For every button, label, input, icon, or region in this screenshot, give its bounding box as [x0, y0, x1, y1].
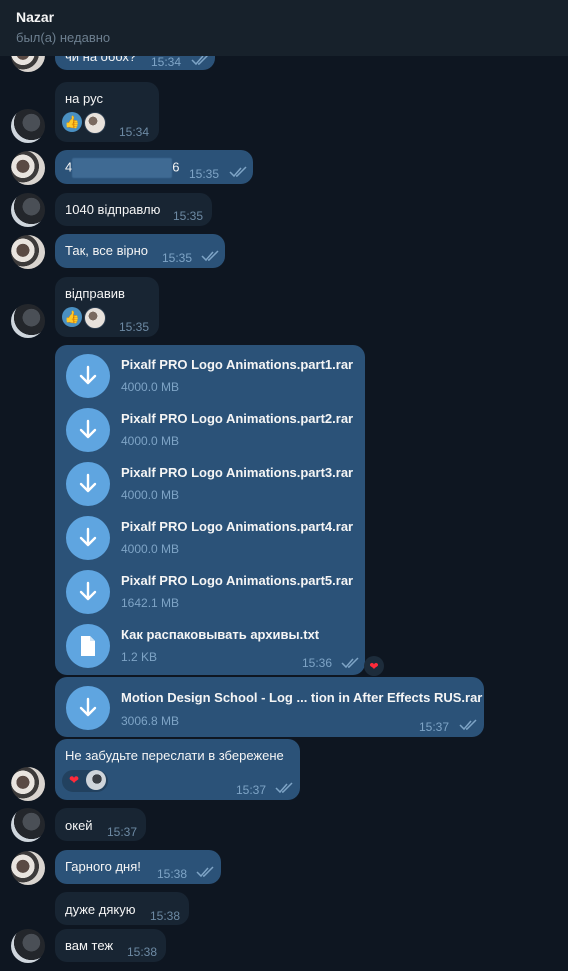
reactor-avatar — [86, 770, 106, 790]
message-time: 15:35 — [162, 251, 193, 265]
message-text: вам теж — [65, 938, 114, 953]
message-bubble[interactable]: Так, все вірно 15:35 — [55, 234, 225, 268]
file-album[interactable]: Pixalf PRO Logo Animations.part1.rar 400… — [55, 345, 365, 675]
avatar[interactable] — [11, 235, 45, 269]
document-icon[interactable] — [66, 624, 110, 668]
file-size: 1.2 KB — [121, 650, 158, 664]
read-ticks-icon — [201, 250, 219, 262]
avatar[interactable] — [11, 151, 45, 185]
message-time: 15:34 — [119, 125, 150, 139]
download-icon[interactable] — [66, 570, 110, 614]
message-text: окей — [65, 818, 93, 833]
reactor-avatar — [84, 112, 106, 134]
message-bubble[interactable]: 1040 відправлю 15:35 — [55, 193, 212, 226]
read-ticks-icon — [275, 782, 293, 794]
download-icon[interactable] — [66, 516, 110, 560]
avatar[interactable] — [11, 304, 45, 338]
file-name: Pixalf PRO Logo Animations.part1.rar — [121, 357, 354, 372]
heart-reaction-icon[interactable]: ❤ — [364, 656, 384, 676]
file-name: Pixalf PRO Logo Animations.part3.rar — [121, 465, 354, 480]
file-item[interactable]: Pixalf PRO Logo Animations.part1.rar 400… — [65, 354, 360, 400]
file-name: Motion Design School - Log ... tion in A… — [121, 690, 483, 705]
message-time: 15:35 — [173, 209, 204, 223]
avatar[interactable] — [11, 851, 45, 885]
avatar[interactable] — [11, 109, 45, 143]
reactions[interactable]: 👍 — [62, 307, 106, 329]
message-time: 15:38 — [150, 909, 181, 923]
message-text: Не забудьте переслати в збережене — [65, 748, 284, 763]
file-name: Pixalf PRO Logo Animations.part4.rar — [121, 519, 354, 534]
redacted-block — [72, 158, 173, 178]
message-time: 15:35 — [119, 320, 150, 334]
message-text: дуже дякую — [65, 902, 136, 917]
file-item[interactable]: Pixalf PRO Logo Animations.part5.rar 164… — [65, 570, 360, 616]
message-bubble[interactable]: відправив 👍 15:35 — [55, 277, 159, 337]
file-size: 4000.0 MB — [121, 380, 180, 394]
message-bubble[interactable]: окей 15:37 — [55, 808, 146, 841]
reactions[interactable]: ❤ — [62, 770, 108, 792]
avatar[interactable] — [11, 808, 45, 842]
read-ticks-icon — [459, 719, 477, 731]
message-text: відправив — [65, 286, 125, 301]
message-time: 15:37 — [236, 783, 267, 797]
thumbs-up-icon[interactable]: 👍 — [62, 307, 82, 327]
message-bubble[interactable]: Motion Design School - Log ... tion in A… — [55, 677, 484, 737]
message-bubble[interactable]: Не забудьте переслати в збережене ❤ 15:3… — [55, 739, 300, 800]
message-bubble[interactable]: Гарного дня! 15:38 — [55, 850, 221, 884]
avatar[interactable] — [11, 767, 45, 801]
file-size: 3006.8 MB — [121, 714, 180, 728]
message-time: 15:38 — [127, 945, 158, 959]
read-ticks-icon — [196, 866, 214, 878]
download-icon[interactable] — [66, 686, 110, 730]
read-ticks-icon — [341, 657, 359, 669]
message-text: Гарного дня! — [65, 859, 141, 874]
download-icon[interactable] — [66, 354, 110, 398]
message-time: 15:37 — [419, 720, 450, 734]
read-ticks-icon — [229, 166, 247, 178]
avatar[interactable] — [11, 193, 45, 227]
chat-header[interactable]: Nazar был(а) недавно — [0, 0, 568, 56]
message-bubble[interactable]: на рус 👍 15:34 — [55, 82, 159, 142]
file-name: Как распаковывать архивы.txt — [121, 627, 320, 642]
file-size: 1642.1 MB — [121, 596, 180, 610]
download-icon[interactable] — [66, 408, 110, 452]
chat-status: был(а) недавно — [16, 30, 111, 45]
reactor-avatar — [84, 307, 106, 329]
file-size: 4000.0 MB — [121, 434, 180, 448]
message-time: 15:37 — [107, 825, 138, 839]
file-size: 4000.0 MB — [121, 542, 180, 556]
message-text: 1040 відправлю — [65, 202, 161, 217]
avatar[interactable] — [11, 929, 45, 963]
file-size: 4000.0 MB — [121, 488, 180, 502]
file-item[interactable]: Pixalf PRO Logo Animations.part4.rar 400… — [65, 516, 360, 562]
file-item[interactable]: Pixalf PRO Logo Animations.part3.rar 400… — [65, 462, 360, 508]
file-item[interactable]: Pixalf PRO Logo Animations.part2.rar 400… — [65, 408, 360, 454]
message-time: 15:35 — [189, 167, 220, 181]
heart-icon[interactable]: ❤ — [64, 770, 84, 790]
message-time: 15:36 — [302, 656, 333, 670]
chat-title: Nazar — [16, 9, 55, 25]
thumbs-up-icon[interactable]: 👍 — [62, 112, 82, 132]
download-icon[interactable] — [66, 462, 110, 506]
message-text: на рус — [65, 91, 103, 106]
reactions[interactable]: 👍 — [62, 112, 106, 134]
file-name: Pixalf PRO Logo Animations.part2.rar — [121, 411, 354, 426]
message-bubble[interactable]: дуже дякую 15:38 — [55, 892, 189, 925]
message-time: 15:38 — [157, 867, 188, 881]
message-bubble[interactable]: 46 15:35 — [55, 150, 253, 184]
message-bubble[interactable]: вам теж 15:38 — [55, 929, 166, 962]
file-item[interactable]: Motion Design School - Log ... tion in A… — [65, 686, 482, 732]
file-name: Pixalf PRO Logo Animations.part5.rar — [121, 573, 354, 588]
message-text: Так, все вірно — [65, 243, 149, 258]
message-text: 46 — [65, 158, 179, 178]
